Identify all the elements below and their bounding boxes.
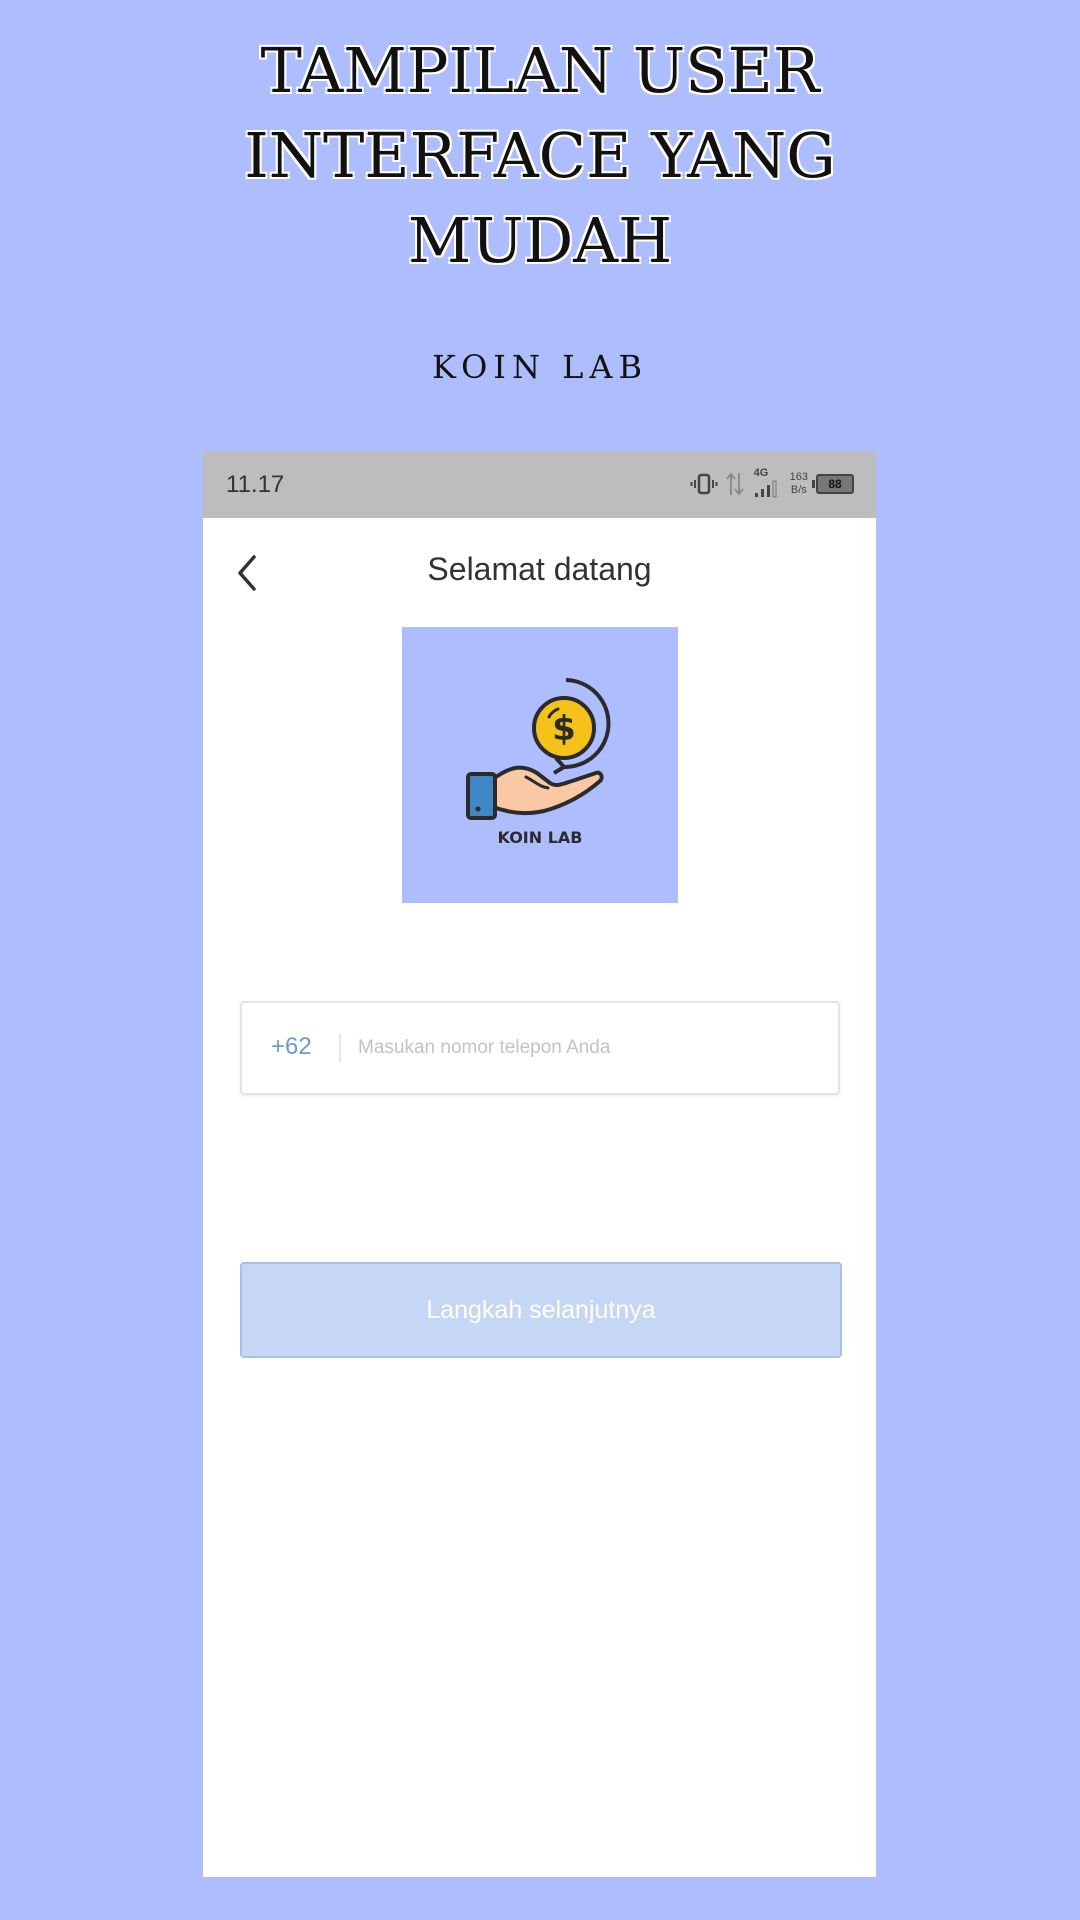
coin-hand-logo: $ — [466, 678, 611, 820]
status-bar: 11.17 4G 163 B/s 88 — [203, 451, 876, 518]
phone-screenshot: 11.17 4G 163 B/s 88 Selamat datang $ KOI… — [203, 451, 876, 1877]
status-icons: 4G 163 B/s 88 — [690, 467, 854, 501]
headline-line-2: INTERFACE YANG — [244, 119, 836, 192]
headline-line-3: MUDAH — [407, 204, 673, 277]
battery-level: 88 — [828, 477, 842, 491]
screen-title: Selamat datang — [427, 551, 652, 587]
field-divider — [339, 1033, 341, 1063]
app-logo: $ KOIN LAB — [402, 627, 678, 903]
status-time: 11.17 — [226, 471, 285, 498]
logo-text: KOIN LAB — [497, 828, 583, 847]
promo-headline: TAMPILAN USER INTERFACE YANG MUDAH — [0, 28, 1080, 283]
data-arrows-icon — [725, 472, 744, 496]
signal-icon — [754, 480, 777, 498]
next-step-button[interactable]: Langkah selanjutnya — [240, 1262, 842, 1358]
battery-icon: 88 — [812, 474, 854, 494]
svg-text:$: $ — [552, 709, 576, 749]
network-speed-unit: B/s — [790, 484, 807, 496]
signal-group: 4G — [752, 467, 782, 499]
headline-line-1: TAMPILAN USER — [260, 34, 820, 107]
phone-number-input[interactable] — [358, 1003, 818, 1093]
vibrate-icon — [690, 473, 718, 495]
country-code[interactable]: +62 — [271, 1033, 312, 1061]
network-speed-value: 163 — [789, 471, 808, 483]
phone-number-field[interactable]: +62 — [240, 1001, 840, 1095]
brand-name: KOIN LAB — [432, 348, 648, 386]
network-speed: 163 B/s — [790, 471, 808, 497]
